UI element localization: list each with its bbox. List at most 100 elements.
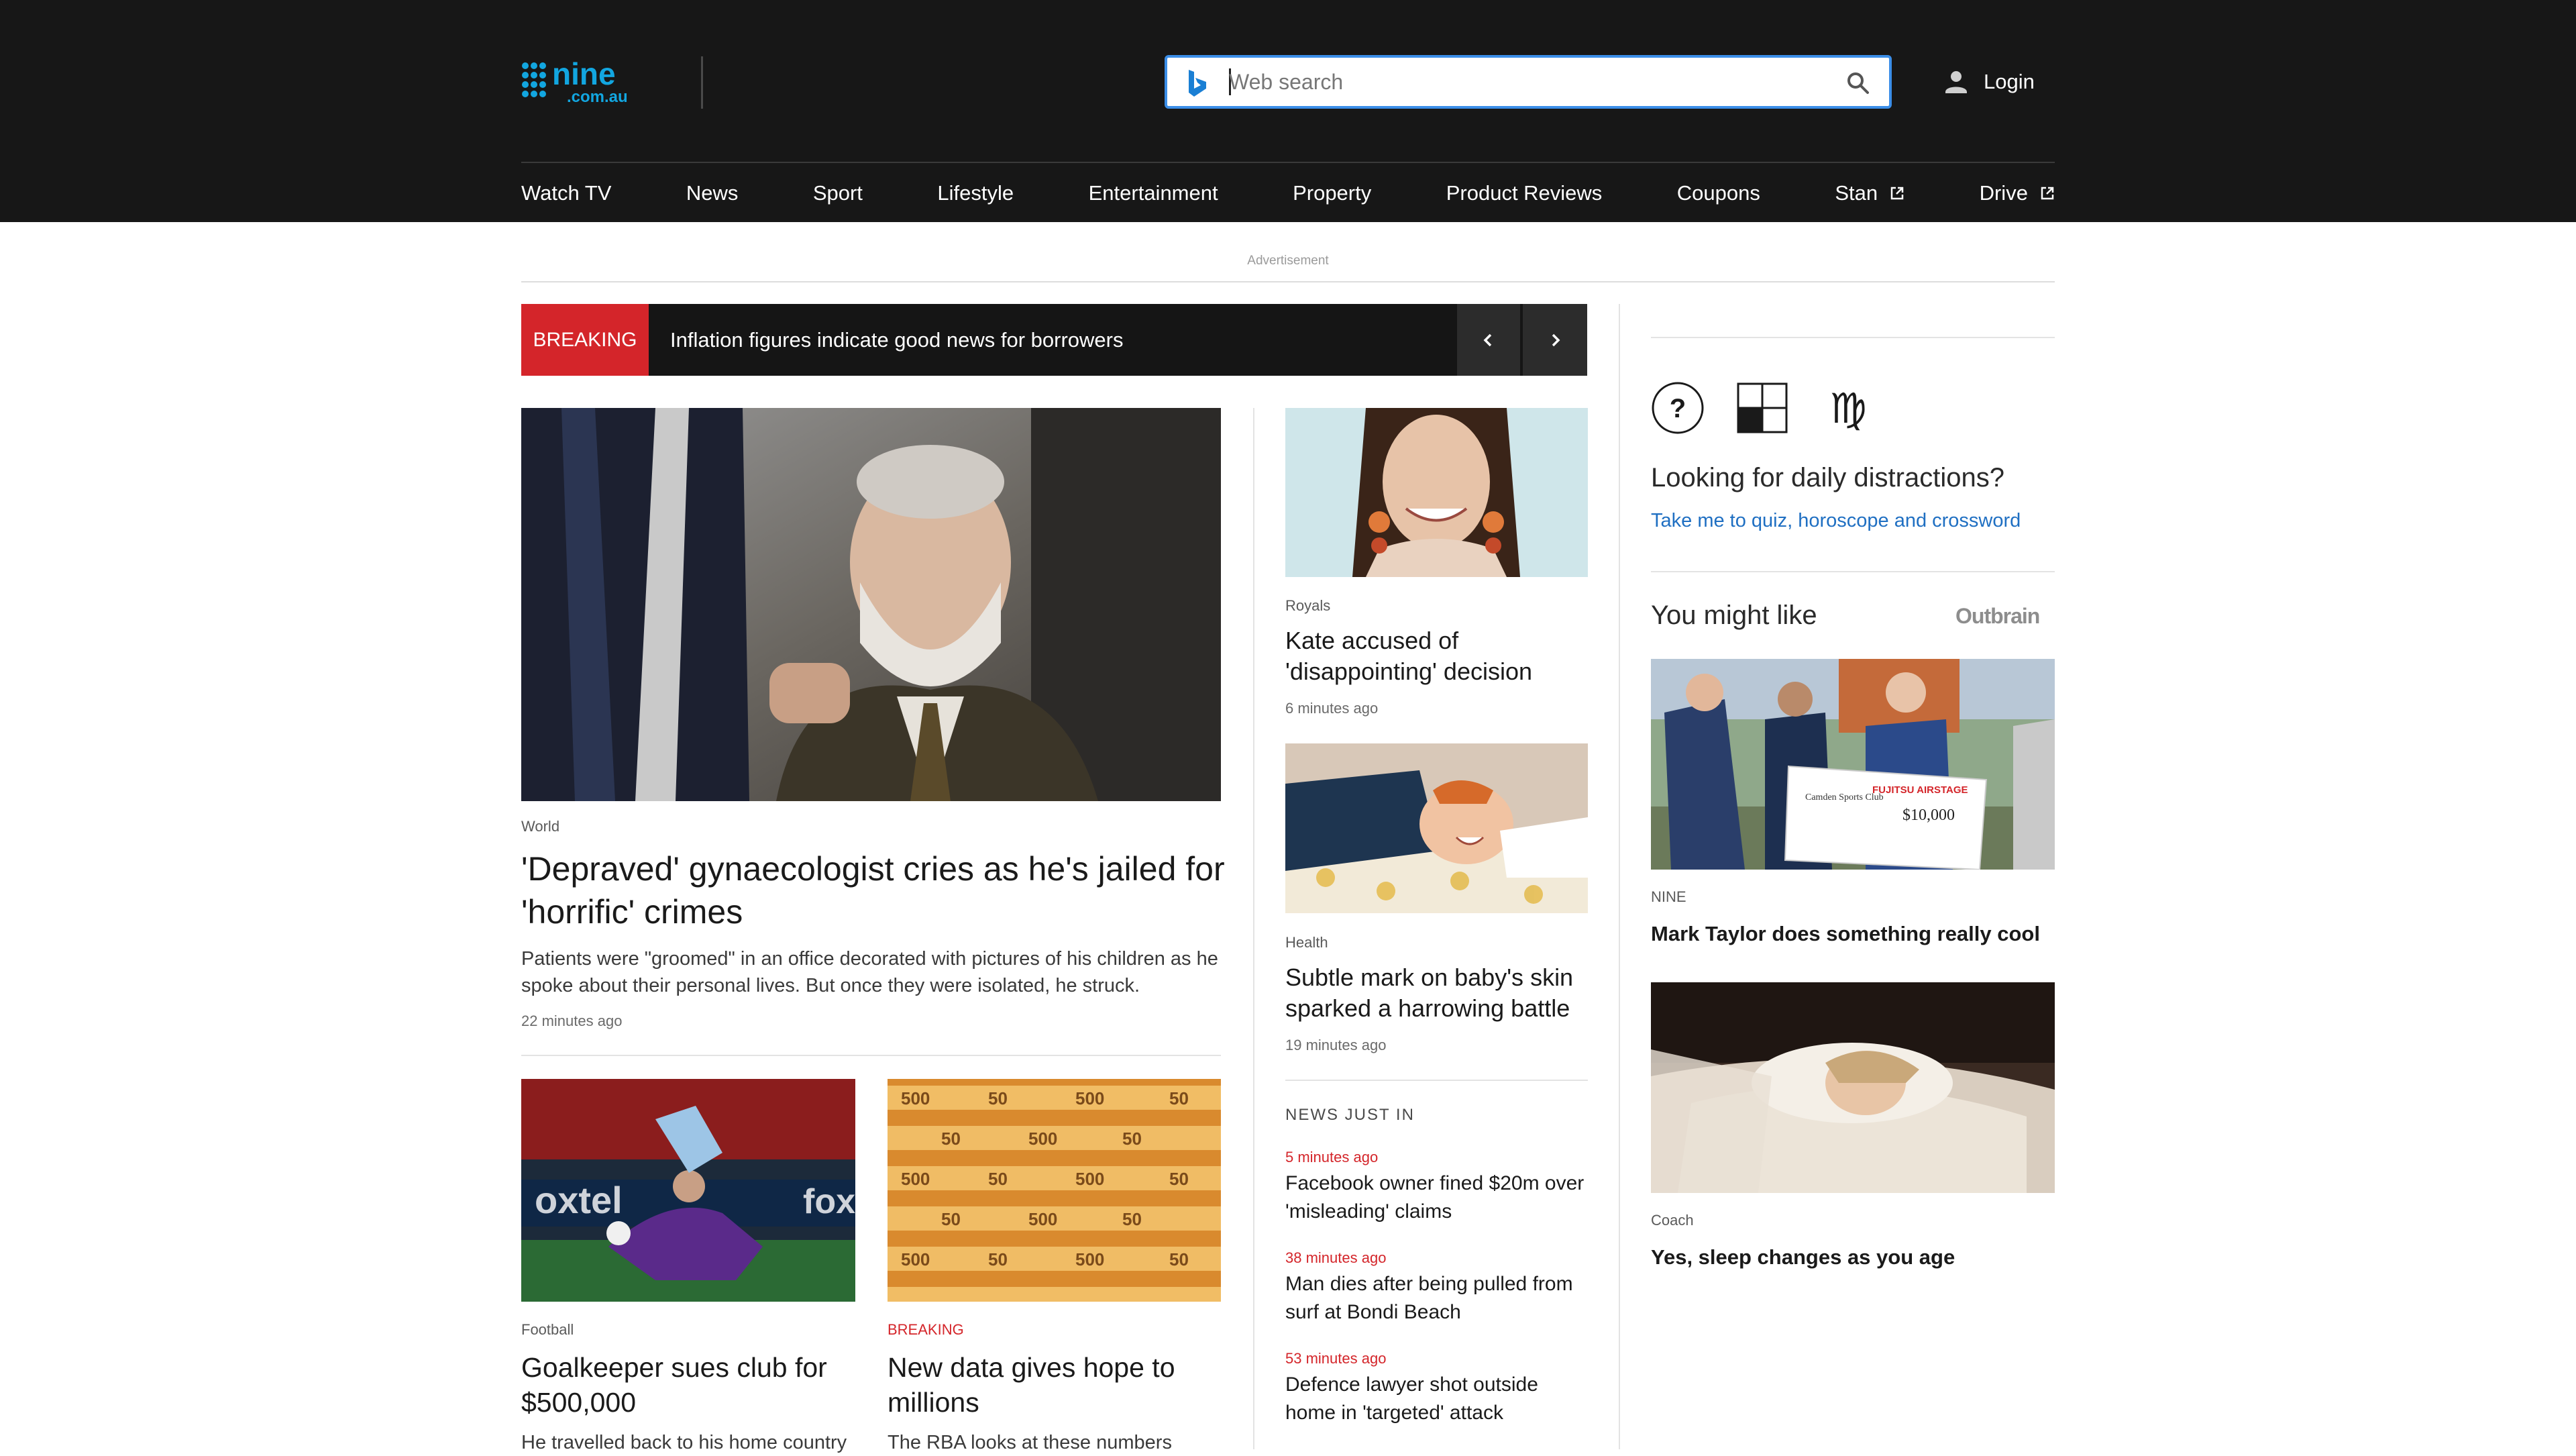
- royals-story-image[interactable]: [1285, 408, 1588, 577]
- advertisement-label: Advertisement: [1247, 254, 1329, 268]
- rail-mid-divider: [1651, 571, 2055, 572]
- lead-story-time: 22 minutes ago: [521, 1012, 623, 1029]
- svg-text:500: 500: [1075, 1088, 1104, 1108]
- svg-text:500: 500: [1075, 1169, 1104, 1189]
- football-story-image[interactable]: oxtel fox: [521, 1079, 855, 1302]
- search-input[interactable]: [1229, 63, 1819, 101]
- health-story-time: 19 minutes ago: [1285, 1037, 1387, 1053]
- svg-text:50: 50: [1169, 1249, 1189, 1269]
- breaking-story-headline[interactable]: New data gives hope to millions: [888, 1350, 1223, 1420]
- nav-label: Sport: [812, 180, 863, 205]
- svg-text:50: 50: [941, 1209, 961, 1229]
- nav-item-entertainment[interactable]: Entertainment: [1089, 181, 1218, 205]
- recommended-card-source: NINE: [1651, 888, 1686, 905]
- nav-item-coupons[interactable]: Coupons: [1677, 181, 1760, 205]
- breaking-next-button[interactable]: [1523, 304, 1587, 376]
- news-just-in-time: 5 minutes ago: [1285, 1149, 1379, 1165]
- news-just-in-headline[interactable]: Facebook owner fined $20m over 'misleadi…: [1285, 1169, 1594, 1226]
- recommended-card-headline[interactable]: Mark Taylor does something really cool: [1651, 922, 2040, 946]
- main-nav: Watch TV News Sport Lifestyle Entertainm…: [521, 164, 2055, 222]
- cheque-amount: $10,000: [1902, 807, 1955, 824]
- recommended-card-source: Coach: [1651, 1212, 1694, 1229]
- svg-text:fox: fox: [803, 1182, 855, 1221]
- nav-item-watch-tv[interactable]: Watch TV: [521, 181, 611, 205]
- lead-story-summary: Patients were "groomed" in an office dec…: [521, 948, 1218, 996]
- right-rail-divider: [1619, 304, 1620, 1449]
- cheque-brand: FUJITSU AIRSTAGE: [1872, 784, 1968, 796]
- breaking-tag: BREAKING: [521, 304, 649, 376]
- nav-item-product-reviews[interactable]: Product Reviews: [1446, 181, 1603, 205]
- rail-top-divider: [1651, 337, 2055, 338]
- nav-item-sport[interactable]: Sport: [813, 181, 863, 205]
- search-box[interactable]: [1165, 55, 1892, 109]
- nav-item-lifestyle[interactable]: Lifestyle: [937, 181, 1014, 205]
- daily-distractions-title: Looking for daily distractions?: [1651, 463, 2004, 492]
- nav-label: Drive: [1979, 180, 2028, 205]
- health-story-kicker: Health: [1285, 934, 1328, 951]
- recommended-card-image[interactable]: [1651, 982, 2055, 1193]
- svg-text:nine: nine: [552, 58, 616, 91]
- outbrain-logo[interactable]: Outbrain: [1955, 604, 2040, 629]
- news-just-in-title: NEWS JUST IN: [1285, 1106, 1415, 1124]
- svg-text:50: 50: [1122, 1209, 1142, 1229]
- football-story-summary: He travelled back to his home country: [521, 1432, 847, 1453]
- nav-label: Product Reviews: [1446, 180, 1603, 205]
- news-just-in-divider: [1285, 1080, 1588, 1081]
- svg-text:oxtel: oxtel: [535, 1179, 623, 1221]
- nav-label: Lifestyle: [937, 180, 1014, 205]
- crossword-icon[interactable]: [1737, 382, 1788, 433]
- nav-divider: [521, 162, 2055, 163]
- horoscope-icon[interactable]: ♍: [1823, 382, 1874, 433]
- breaking-headline[interactable]: Inflation figures indicate good news for…: [670, 304, 1123, 376]
- news-just-in-headline[interactable]: Defence lawyer shot outside home in 'tar…: [1285, 1371, 1594, 1427]
- external-link-icon: [2041, 187, 2054, 199]
- cheque-club: Camden Sports Club: [1805, 792, 1884, 802]
- daily-distractions-link[interactable]: Take me to quiz, horoscope and crossword: [1651, 510, 2021, 532]
- ad-divider: [521, 281, 2055, 282]
- svg-text:500: 500: [1028, 1129, 1057, 1149]
- you-might-like-title: You might like: [1651, 601, 1817, 630]
- nav-item-drive[interactable]: Drive: [1980, 181, 2055, 205]
- nav-label: Stan: [1835, 180, 1878, 205]
- svg-text:.com.au: .com.au: [567, 88, 628, 105]
- site-header: nine .com.au Login Watch TV News Sport L…: [0, 0, 2576, 222]
- recommended-card-image[interactable]: FUJITSU AIRSTAGE Camden Sports Club $10,…: [1651, 659, 2055, 870]
- chevron-right-icon: [1552, 333, 1560, 346]
- lead-story-kicker: World: [521, 818, 560, 835]
- svg-text:50: 50: [941, 1129, 961, 1149]
- nine-logo[interactable]: nine .com.au: [521, 58, 661, 105]
- svg-text:50: 50: [988, 1088, 1008, 1108]
- recommended-card-headline[interactable]: Yes, sleep changes as you age: [1651, 1245, 1955, 1269]
- svg-text:500: 500: [901, 1088, 930, 1108]
- breaking-prev-button[interactable]: [1457, 304, 1521, 376]
- football-story-kicker: Football: [521, 1321, 574, 1338]
- royals-story-headline[interactable]: Kate accused of 'disappointing' decision: [1285, 625, 1594, 687]
- lead-divider: [521, 1055, 1221, 1056]
- bing-icon: [1189, 70, 1206, 97]
- news-just-in-time: 38 minutes ago: [1285, 1249, 1387, 1266]
- health-story-image[interactable]: [1285, 743, 1588, 913]
- svg-text:500: 500: [1028, 1209, 1057, 1229]
- svg-text:50: 50: [988, 1249, 1008, 1269]
- search-icon[interactable]: [1845, 70, 1872, 97]
- middle-column-divider: [1253, 408, 1254, 1449]
- money-story-image[interactable]: 500 50 500 50 50 500 50 500 50 500 50 50 500 50 50…: [888, 1079, 1221, 1302]
- breaking-story-kicker: BREAKING: [888, 1321, 964, 1338]
- nav-label: Entertainment: [1088, 180, 1218, 205]
- news-just-in-time: 53 minutes ago: [1285, 1350, 1387, 1367]
- svg-text:50: 50: [1169, 1088, 1189, 1108]
- login-button[interactable]: Login: [1942, 66, 2035, 98]
- quiz-icon[interactable]: ?: [1651, 381, 1705, 435]
- breaking-story-summary: The RBA looks at these numbers: [888, 1432, 1172, 1453]
- nav-item-news[interactable]: News: [686, 181, 739, 205]
- health-story-headline[interactable]: Subtle mark on baby's skin sparked a har…: [1285, 962, 1594, 1024]
- lead-story-image[interactable]: [521, 408, 1221, 801]
- football-story-headline[interactable]: Goalkeeper sues club for $500,000: [521, 1350, 870, 1420]
- lead-story-headline[interactable]: 'Depraved' gynaecologist cries as he's j…: [521, 847, 1226, 933]
- svg-text:50: 50: [988, 1169, 1008, 1189]
- nav-item-stan[interactable]: Stan: [1835, 181, 1904, 205]
- login-label: Login: [1984, 70, 2035, 93]
- nav-item-property[interactable]: Property: [1293, 181, 1371, 205]
- svg-text:50: 50: [1169, 1169, 1189, 1189]
- news-just-in-headline[interactable]: Man dies after being pulled from surf at…: [1285, 1270, 1594, 1327]
